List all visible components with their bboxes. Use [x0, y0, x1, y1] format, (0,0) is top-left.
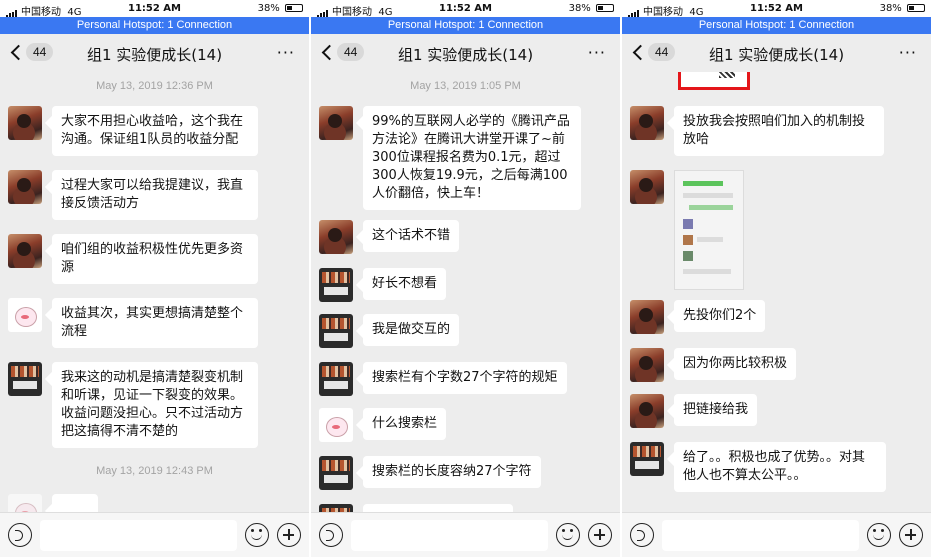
chat-header: 44 组1 实验便成长(14) ···: [0, 34, 309, 72]
avatar[interactable]: [8, 234, 42, 268]
status-bar: 中国移动 4G 11:52 AM 38%: [311, 0, 620, 18]
message-input[interactable]: [662, 520, 859, 551]
hotspot-banner[interactable]: Personal Hotspot: 1 Connection: [0, 17, 309, 34]
avatar[interactable]: [630, 300, 664, 334]
voice-input-icon[interactable]: [630, 523, 654, 547]
battery-icon: [596, 4, 614, 12]
hotspot-banner[interactable]: Personal Hotspot: 1 Connection: [311, 17, 620, 34]
avatar[interactable]: [319, 220, 353, 254]
message-bubble[interactable]: 过程大家可以给我提建议，我直接反馈活动方: [52, 170, 258, 220]
avatar[interactable]: [319, 314, 353, 348]
timestamp: May 13, 2019 12:43 PM: [96, 465, 213, 477]
battery-percent: 38%: [568, 3, 591, 14]
screenshot-collage: 中国移动 4G 11:52 AM 38% Personal Hotspot: 1…: [0, 0, 931, 557]
voice-input-icon[interactable]: [8, 523, 32, 547]
avatar[interactable]: [8, 362, 42, 396]
battery-percent: 38%: [257, 3, 280, 14]
chat-title: 组1 实验便成长(14): [86, 46, 223, 64]
qr-code-image[interactable]: [678, 72, 750, 90]
message-input[interactable]: [351, 520, 548, 551]
message-list[interactable]: 投放我会按照咱们加入的机制投放哈 先投你们2个 因为你两比较积极 把链接给我 给…: [622, 72, 931, 512]
avatar[interactable]: [319, 456, 353, 490]
message-bubble[interactable]: 给了。。积极也成了优势。。对其他人也不算太公平。。: [674, 442, 886, 492]
phone-screen-1: 中国移动 4G 11:52 AM 38% Personal Hotspot: 1…: [0, 0, 309, 557]
message-composer: [0, 512, 309, 557]
message-bubble[interactable]: 99%的互联网人必学的《腾讯产品方法论》在腾讯大讲堂开课了~前300位课程报名费…: [363, 106, 581, 210]
emoji-icon[interactable]: [556, 523, 580, 547]
chat-header: 44 组1 实验便成长(14) ···: [622, 34, 931, 72]
message-composer: [622, 512, 931, 557]
message-bubble[interactable]: 搜索栏有个字数27个字符的规矩: [363, 362, 567, 394]
message-bubble[interactable]: 大家不用担心收益哈，这个我在沟通。保证组1队员的收益分配: [52, 106, 258, 156]
phone-screen-3: 中国移动 4G 11:52 AM 38% Personal Hotspot: 1…: [622, 0, 931, 557]
status-bar: 中国移动 4G 11:52 AM 38%: [0, 0, 309, 18]
avatar[interactable]: [630, 442, 664, 476]
voice-input-icon[interactable]: [319, 523, 343, 547]
phone-screen-2: 中国移动 4G 11:52 AM 38% Personal Hotspot: 1…: [311, 0, 620, 557]
message-bubble[interactable]: 好长不想看: [363, 268, 447, 300]
avatar[interactable]: [630, 106, 664, 140]
avatar[interactable]: [8, 494, 42, 512]
message-input[interactable]: [40, 520, 237, 551]
chat-header: 44 组1 实验便成长(14) ···: [311, 34, 620, 72]
battery-percent: 38%: [879, 3, 902, 14]
emoji-icon[interactable]: [867, 523, 891, 547]
message-bubble[interactable]: 我来这的动机是搞清楚裂变机制和听课，见证一下裂变的效果。收益问题没担心。只不过活…: [52, 362, 258, 448]
avatar[interactable]: [319, 408, 353, 442]
message-bubble[interactable]: 我是做交互的: [363, 314, 460, 346]
timestamp: May 13, 2019 12:36 PM: [96, 80, 213, 92]
battery-icon: [285, 4, 303, 12]
plus-icon[interactable]: [899, 523, 923, 547]
timestamp: May 13, 2019 1:05 PM: [410, 80, 521, 92]
message-list[interactable]: May 13, 2019 1:05 PM 99%的互联网人必学的《腾讯产品方法论…: [311, 72, 620, 512]
message-list[interactable]: May 13, 2019 12:36 PM 大家不用担心收益哈，这个我在沟通。保…: [0, 72, 309, 512]
emoji-icon[interactable]: [245, 523, 269, 547]
plus-icon[interactable]: [588, 523, 612, 547]
avatar[interactable]: [630, 348, 664, 382]
message-bubble[interactable]: 把链接给我: [674, 394, 758, 426]
battery-icon: [907, 4, 925, 12]
avatar[interactable]: [319, 504, 353, 512]
more-options-button[interactable]: ···: [277, 43, 295, 62]
message-bubble[interactable]: 投放我会按照咱们加入的机制投放哈: [674, 106, 884, 156]
message-bubble[interactable]: 这个话术不错: [363, 220, 460, 252]
chat-screenshot-thumbnail[interactable]: [674, 170, 744, 290]
message-composer: [311, 512, 620, 557]
message-bubble[interactable]: 先投你们2个: [674, 300, 766, 332]
hotspot-banner[interactable]: Personal Hotspot: 1 Connection: [622, 17, 931, 34]
avatar[interactable]: [630, 170, 664, 204]
more-options-button[interactable]: ···: [588, 43, 606, 62]
message-bubble[interactable]: [52, 494, 98, 512]
chat-title: 组1 实验便成长(14): [397, 46, 534, 64]
plus-icon[interactable]: [277, 523, 301, 547]
avatar[interactable]: [8, 170, 42, 204]
message-bubble[interactable]: 因为你两比较积极: [674, 348, 797, 380]
message-bubble[interactable]: 咱们组的收益积极性优先更多资源: [52, 234, 258, 284]
status-bar: 中国移动 4G 11:52 AM 38%: [622, 0, 931, 18]
avatar[interactable]: [8, 106, 42, 140]
chat-title: 组1 实验便成长(14): [708, 46, 845, 64]
message-bubble[interactable]: 搜索栏的长度容纳27个字符: [363, 456, 541, 488]
avatar[interactable]: [319, 106, 353, 140]
message-bubble[interactable]: [363, 504, 513, 512]
message-bubble[interactable]: 收益其次，其实更想搞清楚整个流程: [52, 298, 258, 348]
more-options-button[interactable]: ···: [899, 43, 917, 62]
avatar[interactable]: [319, 268, 353, 302]
message-bubble[interactable]: 什么搜索栏: [363, 408, 447, 440]
avatar[interactable]: [630, 394, 664, 428]
avatar[interactable]: [8, 298, 42, 332]
avatar[interactable]: [319, 362, 353, 396]
